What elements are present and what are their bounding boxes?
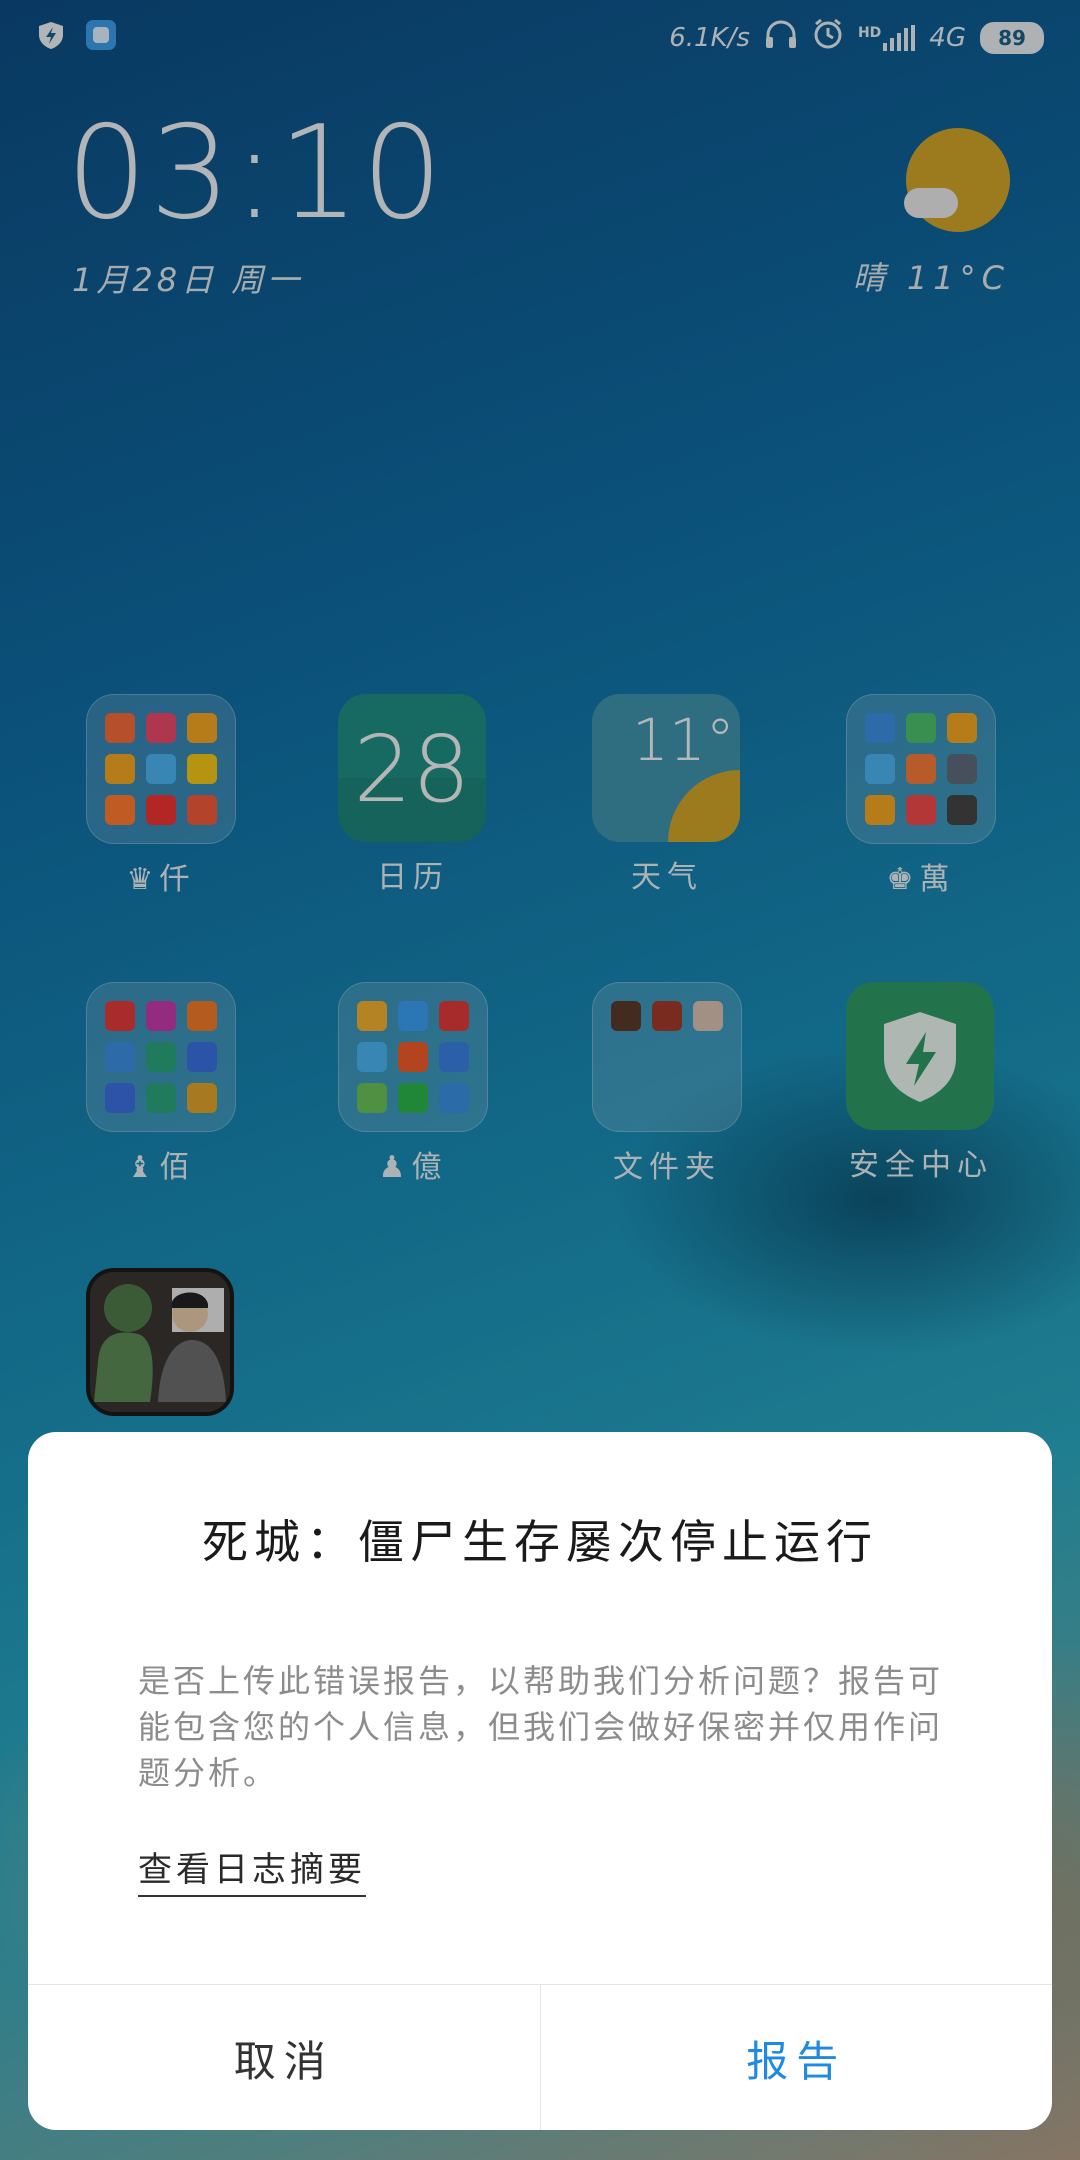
dialog-message: 是否上传此错误报告，以帮助我们分析问题？报告可能包含您的个人信息，但我们会做好保… [138,1662,944,1792]
dialog-title: 死城：僵尸生存屡次停止运行 [202,1515,878,1569]
report-button[interactable]: 报告 [541,1985,1053,2130]
cancel-button[interactable]: 取消 [28,1985,541,2130]
view-log-summary-link[interactable]: 查看日志摘要 [138,1842,366,1897]
dialog-buttons: 取消 报告 [28,1984,1052,2130]
crash-report-dialog: 死城：僵尸生存屡次停止运行 是否上传此错误报告，以帮助我们分析问题？报告可能包含… [28,1432,1052,2130]
